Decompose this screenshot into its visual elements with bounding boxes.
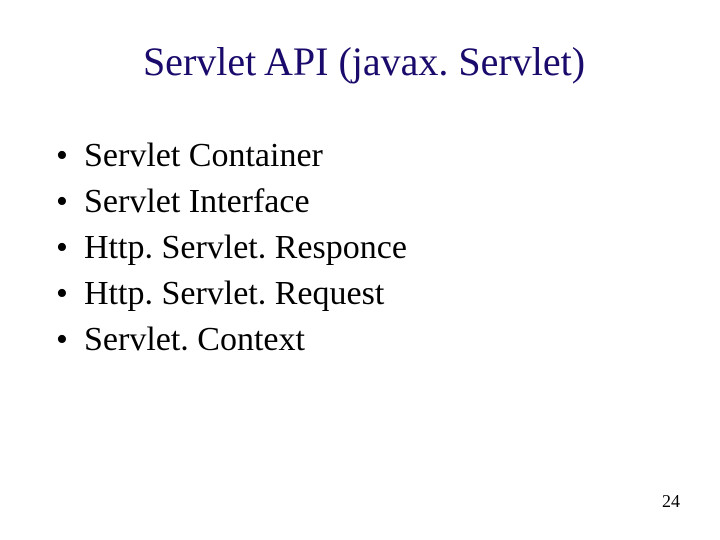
list-item: • Servlet. Context: [56, 317, 680, 363]
list-item: • Http. Servlet. Responce: [56, 225, 680, 271]
list-item: • Servlet Container: [56, 133, 680, 179]
list-item: • Http. Servlet. Request: [56, 271, 680, 317]
slide: Servlet API (javax. Servlet) • Servlet C…: [0, 0, 720, 540]
bullet-dot: •: [56, 271, 84, 317]
bullet-text: Http. Servlet. Request: [84, 271, 384, 317]
bullet-dot: •: [56, 179, 84, 225]
list-item: • Servlet Interface: [56, 179, 680, 225]
bullet-text: Http. Servlet. Responce: [84, 225, 407, 271]
bullet-dot: •: [56, 225, 84, 271]
bullet-text: Servlet Container: [84, 133, 323, 179]
bullet-dot: •: [56, 317, 84, 363]
bullet-dot: •: [56, 133, 84, 179]
slide-title: Servlet API (javax. Servlet): [48, 38, 680, 85]
page-number: 24: [662, 491, 680, 512]
bullet-list: • Servlet Container • Servlet Interface …: [56, 133, 680, 362]
bullet-text: Servlet Interface: [84, 179, 310, 225]
bullet-text: Servlet. Context: [84, 317, 305, 363]
